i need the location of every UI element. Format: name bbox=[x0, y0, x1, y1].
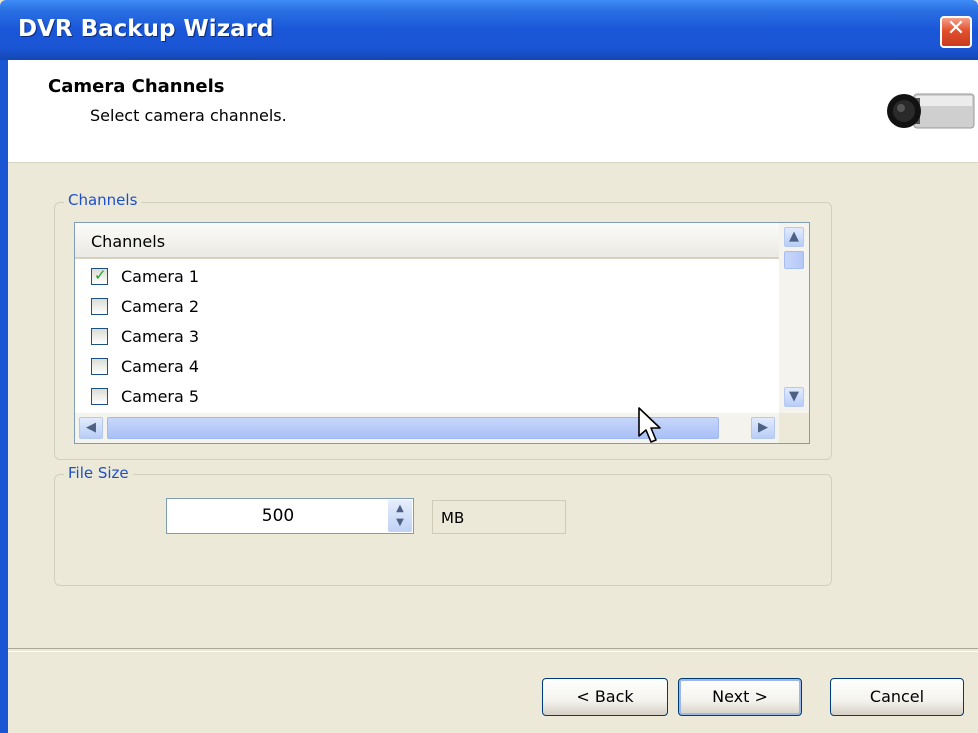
scroll-right-button[interactable]: ▶ bbox=[751, 417, 775, 439]
spinner-down-icon[interactable]: ▼ bbox=[388, 517, 412, 528]
camera-5-label: Camera 5 bbox=[121, 387, 200, 406]
scroll-left-button[interactable]: ◀ bbox=[79, 417, 103, 439]
cancel-button[interactable]: Cancel bbox=[830, 678, 964, 716]
camera-3-label: Camera 3 bbox=[121, 327, 200, 346]
window-title: DVR Backup Wizard bbox=[18, 16, 274, 42]
list-item-camera-1[interactable]: ✓ Camera 1 bbox=[75, 263, 781, 293]
vertical-scroll-thumb[interactable] bbox=[784, 251, 804, 269]
page-subtitle: Select camera channels. bbox=[90, 106, 287, 125]
list-item-camera-3[interactable]: Camera 3 bbox=[75, 323, 781, 353]
title-bar: DVR Backup Wizard ✕ bbox=[0, 0, 978, 60]
footer-divider bbox=[8, 648, 978, 652]
checkmark-icon: ✓ bbox=[94, 266, 107, 284]
camera-icon bbox=[887, 93, 975, 129]
spinner-buttons[interactable]: ▲ ▼ bbox=[388, 500, 412, 532]
horizontal-scrollbar[interactable]: ◀ ▶ bbox=[75, 413, 781, 443]
channels-list[interactable]: Channels ✓ Camera 1 Camera 2 Camera 3 Ca… bbox=[74, 222, 810, 444]
list-item-camera-5[interactable]: Camera 5 bbox=[75, 383, 781, 413]
scroll-up-button[interactable]: ▲ bbox=[784, 227, 804, 247]
close-icon: ✕ bbox=[946, 16, 966, 41]
camera-2-label: Camera 2 bbox=[121, 297, 200, 316]
camera-4-checkbox[interactable] bbox=[91, 358, 108, 375]
page-title: Camera Channels bbox=[48, 76, 225, 97]
vertical-scrollbar[interactable]: ▲ ▼ bbox=[779, 223, 809, 413]
file-size-spinner[interactable]: 500 ▲ ▼ bbox=[166, 498, 414, 534]
camera-5-checkbox[interactable] bbox=[91, 388, 108, 405]
close-button[interactable]: ✕ bbox=[940, 16, 972, 48]
camera-1-checkbox[interactable]: ✓ bbox=[91, 266, 108, 285]
chevron-up-icon: ▲ bbox=[789, 229, 799, 244]
column-header-label: Channels bbox=[91, 232, 166, 251]
camera-3-checkbox[interactable] bbox=[91, 328, 108, 345]
spinner-up-icon[interactable]: ▲ bbox=[388, 503, 412, 514]
channels-group-label: Channels bbox=[64, 191, 142, 209]
wizard-header: Camera Channels Select camera channels. bbox=[8, 60, 978, 163]
file-size-unit: MB bbox=[432, 500, 566, 534]
back-button[interactable]: < Back bbox=[542, 678, 668, 716]
camera-4-label: Camera 4 bbox=[121, 357, 200, 376]
list-item-camera-2[interactable]: Camera 2 bbox=[75, 293, 781, 323]
next-button[interactable]: Next > bbox=[678, 678, 802, 716]
scroll-down-button[interactable]: ▼ bbox=[784, 387, 804, 407]
column-header-channels[interactable]: Channels bbox=[75, 223, 781, 259]
scrollbar-corner bbox=[779, 413, 809, 443]
list-item-camera-4[interactable]: Camera 4 bbox=[75, 353, 781, 383]
mouse-cursor-icon bbox=[638, 407, 661, 443]
camera-1-label: Camera 1 bbox=[121, 267, 200, 286]
file-size-value[interactable]: 500 bbox=[167, 506, 389, 526]
window-frame-left bbox=[0, 60, 8, 733]
camera-2-checkbox[interactable] bbox=[91, 298, 108, 315]
horizontal-scroll-thumb[interactable] bbox=[107, 417, 719, 439]
chevron-left-icon: ◀ bbox=[86, 420, 96, 435]
chevron-down-icon: ▼ bbox=[789, 389, 799, 404]
file-size-unit-label: MB bbox=[441, 509, 465, 527]
chevron-right-icon: ▶ bbox=[758, 420, 768, 435]
file-size-group-label: File Size bbox=[64, 464, 133, 482]
